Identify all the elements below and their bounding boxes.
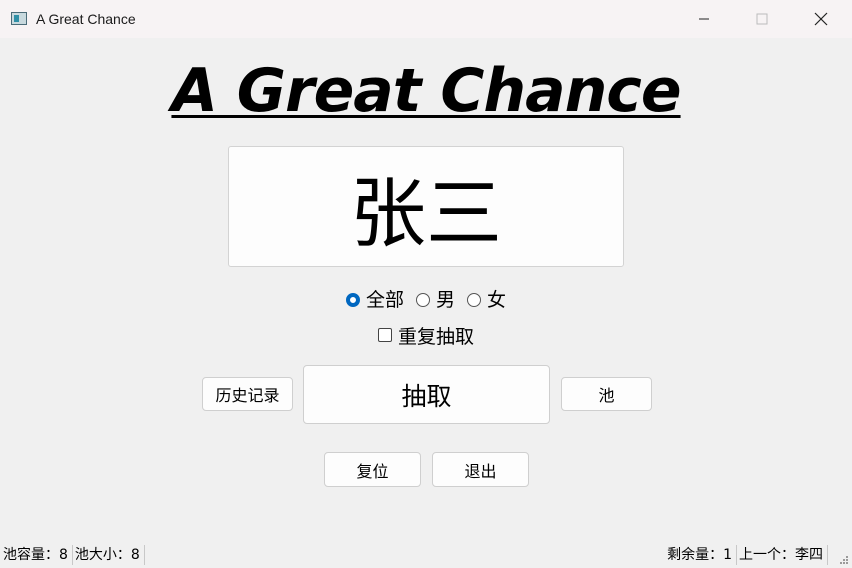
repeat-draw-label: 重复抽取 (397, 325, 474, 348)
window-title: A Great Chance (36, 11, 136, 27)
app-heading: A Great Chance (0, 58, 852, 124)
filter-option-label: 全部 (365, 289, 404, 311)
filter-option-label: 女 (487, 289, 507, 311)
radio-unchecked-icon[interactable] (415, 293, 430, 307)
title-bar[interactable]: A Great Chance (0, 0, 852, 38)
filter-option-all[interactable]: 全部 (345, 288, 404, 312)
exit-button[interactable]: 退出 (432, 452, 529, 487)
close-button[interactable] (792, 0, 850, 38)
radio-checked-icon[interactable] (345, 293, 360, 307)
history-button[interactable]: 历史记录 (202, 377, 293, 411)
checkbox-unchecked-icon[interactable] (377, 328, 392, 342)
status-bar-right: 剩余量：1 上一个：李四 (667, 544, 828, 566)
filter-option-label: 男 (435, 289, 455, 311)
close-icon (814, 12, 828, 26)
repeat-draw-checkbox[interactable]: 重复抽取 (0, 322, 852, 348)
minimize-icon (699, 18, 709, 20)
minimize-button[interactable] (675, 0, 733, 38)
filter-option-male[interactable]: 男 (415, 288, 455, 312)
radio-unchecked-icon[interactable] (467, 293, 481, 307)
maximize-icon (756, 13, 768, 25)
app-icon (11, 12, 27, 25)
maximize-button[interactable] (733, 0, 791, 38)
pool-capacity-status: 池容量：8 (3, 545, 73, 565)
status-bar-left: 池容量：8 池大小：8 (3, 544, 145, 566)
filter-option-female[interactable]: 女 (467, 288, 506, 312)
reset-button[interactable]: 复位 (324, 452, 421, 487)
gender-filter: 全部 男 女 (0, 287, 852, 313)
resize-grip-icon[interactable] (839, 555, 849, 565)
app-heading-text: A Great Chance (171, 56, 681, 126)
draw-button[interactable]: 抽取 (303, 365, 550, 424)
pool-size-status: 池大小：8 (73, 545, 145, 565)
previous-status: 上一个：李四 (737, 545, 828, 565)
pool-button[interactable]: 池 (561, 377, 652, 411)
drawn-name-display: 张三 (228, 146, 624, 267)
remaining-status: 剩余量：1 (667, 545, 737, 565)
